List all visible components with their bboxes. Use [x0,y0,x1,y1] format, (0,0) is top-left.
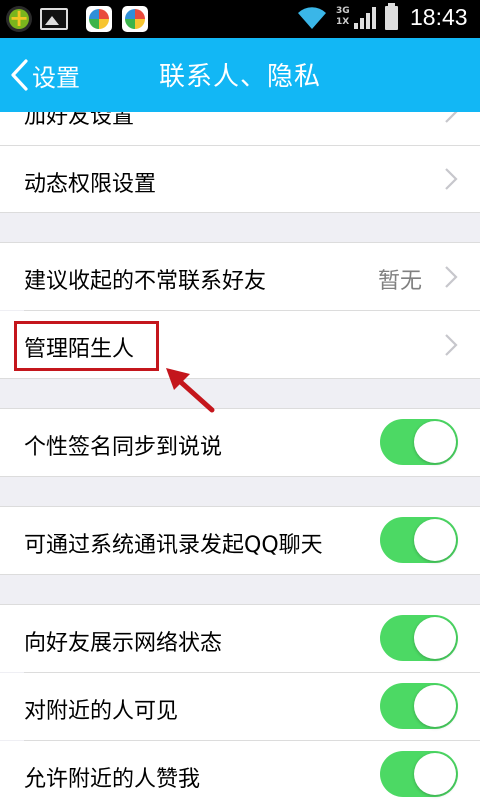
toggle-knob [414,753,456,795]
divider [0,378,480,379]
settings-list[interactable]: 加好友设置 动态权限设置 建议收起的不常联系好友 暂无 管理陌生人 个性签名同步… [0,112,480,800]
toggle-knob [414,421,456,463]
toggle-knob [414,685,456,727]
toggle-knob [414,617,456,659]
wifi-icon [298,7,326,30]
chevron-right-icon [445,266,458,288]
status-bar: 3G 1X 18:43 [0,0,480,38]
network-type: 3G 1X [336,6,350,27]
battery-icon [385,3,398,30]
annotation-arrow-icon [166,368,215,413]
row-label: 个性签名同步到说说 [24,435,223,460]
visible-to-nearby-row: 对附近的人可见 [0,673,480,740]
row-label: 允许附近的人赞我 [24,767,201,792]
divider [0,574,480,575]
show-network-status-toggle[interactable] [380,615,458,661]
signal-icon [354,7,376,29]
show-network-status-row: 向好友展示网络状态 [0,605,480,672]
divider [0,476,480,477]
contacts-qq-chat-toggle[interactable] [380,517,458,563]
page-title: 联系人、隐私 [158,62,321,92]
contacts-qq-chat-row: 可通过系统通讯录发起QQ聊天 [0,507,480,574]
divider [0,212,480,213]
row-value: 暂无 [377,269,422,294]
row-label: 向好友展示网络状态 [24,631,223,656]
nearby-like-row: 允许附近的人赞我 [0,741,480,800]
dynamic-permission-row[interactable]: 动态权限设置 [0,146,480,212]
row-label: 加好友设置 [24,112,135,129]
row-label: 对附近的人可见 [24,699,179,724]
chevron-right-icon [445,168,458,190]
signature-sync-toggle[interactable] [380,419,458,465]
chevron-right-icon [445,112,458,123]
title-bar: 设置 联系人、隐私 [0,38,480,112]
gallery-icon [40,8,68,30]
chevron-right-icon [445,334,458,356]
add-friend-settings-row[interactable]: 加好友设置 [0,112,480,145]
row-label: 可通过系统通讯录发起QQ聊天 [24,533,323,558]
visible-to-nearby-toggle[interactable] [380,683,458,729]
app-icon [6,4,32,32]
nearby-like-toggle[interactable] [380,751,458,797]
row-label: 动态权限设置 [24,172,157,197]
toggle-knob [414,519,456,561]
app-store-icon [86,6,112,32]
suggest-collapse-friends-row[interactable]: 建议收起的不常联系好友 暂无 [0,243,480,310]
status-time: 18:43 [410,4,468,30]
signature-sync-row: 个性签名同步到说说 [0,409,480,476]
highlight-box [14,321,159,371]
app-store-icon [122,6,148,32]
row-label: 建议收起的不常联系好友 [24,269,267,294]
